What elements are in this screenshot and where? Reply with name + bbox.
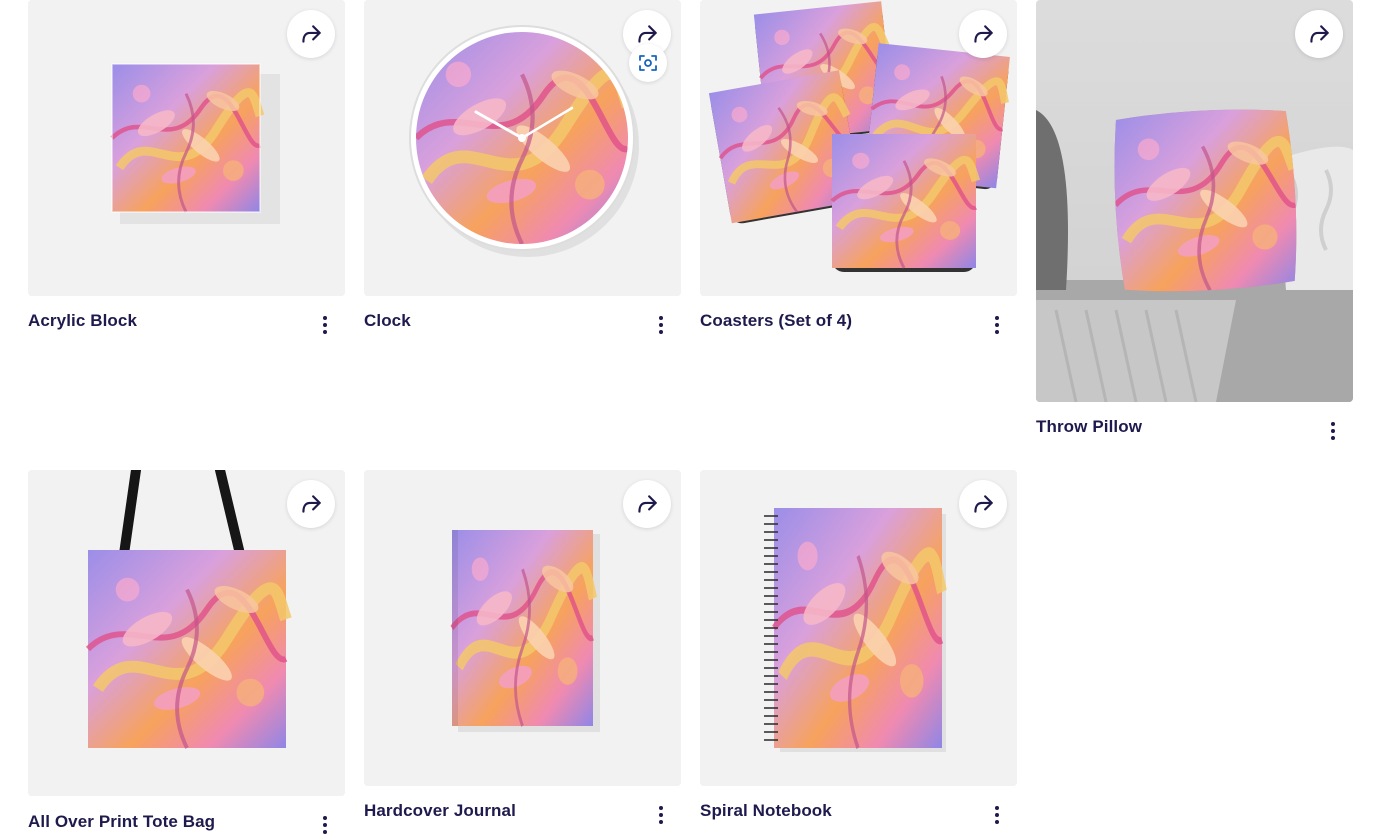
product-image-coasters[interactable] xyxy=(700,0,1017,296)
share-button[interactable] xyxy=(623,480,671,528)
share-arrow-icon xyxy=(1310,25,1329,43)
product-title[interactable]: Acrylic Block xyxy=(28,311,137,331)
product-image-hardcover-journal[interactable] xyxy=(364,470,681,786)
share-arrow-icon xyxy=(302,25,321,43)
product-card-spiral-notebook[interactable]: Spiral Notebook xyxy=(700,470,1017,835)
product-image-spiral-notebook[interactable] xyxy=(700,470,1017,786)
share-button[interactable] xyxy=(1295,10,1343,58)
kebab-menu-icon[interactable] xyxy=(983,801,1011,829)
product-image-clock[interactable] xyxy=(364,0,681,296)
kebab-menu-icon[interactable] xyxy=(647,801,675,829)
kebab-menu-icon[interactable] xyxy=(983,311,1011,339)
product-title[interactable]: Throw Pillow xyxy=(1036,417,1142,437)
product-image-tote-bag[interactable] xyxy=(28,470,345,796)
scan-view-icon xyxy=(639,55,657,71)
share-button[interactable] xyxy=(287,10,335,58)
kebab-menu-icon[interactable] xyxy=(1319,417,1347,445)
product-card-coasters[interactable]: Coasters (Set of 4) xyxy=(700,0,1017,340)
share-button[interactable] xyxy=(959,10,1007,58)
view-in-room-button[interactable] xyxy=(629,44,667,82)
throw-pillow-image xyxy=(1036,0,1353,402)
share-arrow-icon xyxy=(974,495,993,513)
share-arrow-icon xyxy=(638,495,657,513)
share-arrow-icon xyxy=(974,25,993,43)
product-image-throw-pillow[interactable] xyxy=(1036,0,1353,402)
product-card-hardcover-journal[interactable]: Hardcover Journal xyxy=(364,470,681,835)
share-arrow-icon xyxy=(302,495,321,513)
share-button[interactable] xyxy=(959,480,1007,528)
product-card-clock[interactable]: Clock xyxy=(364,0,681,340)
product-title[interactable]: Clock xyxy=(364,311,411,331)
product-card-throw-pillow[interactable]: Throw Pillow xyxy=(1036,0,1353,450)
product-image-acrylic-block[interactable] xyxy=(28,0,345,296)
product-card-acrylic-block[interactable]: Acrylic Block xyxy=(28,0,345,340)
product-title[interactable]: Spiral Notebook xyxy=(700,801,832,821)
product-title[interactable]: Coasters (Set of 4) xyxy=(700,311,852,331)
kebab-menu-icon[interactable] xyxy=(311,311,339,339)
product-title[interactable]: All Over Print Tote Bag xyxy=(28,812,215,832)
kebab-menu-icon[interactable] xyxy=(647,311,675,339)
share-button[interactable] xyxy=(287,480,335,528)
product-title[interactable]: Hardcover Journal xyxy=(364,801,516,821)
product-card-tote-bag[interactable]: All Over Print Tote Bag xyxy=(28,470,345,835)
